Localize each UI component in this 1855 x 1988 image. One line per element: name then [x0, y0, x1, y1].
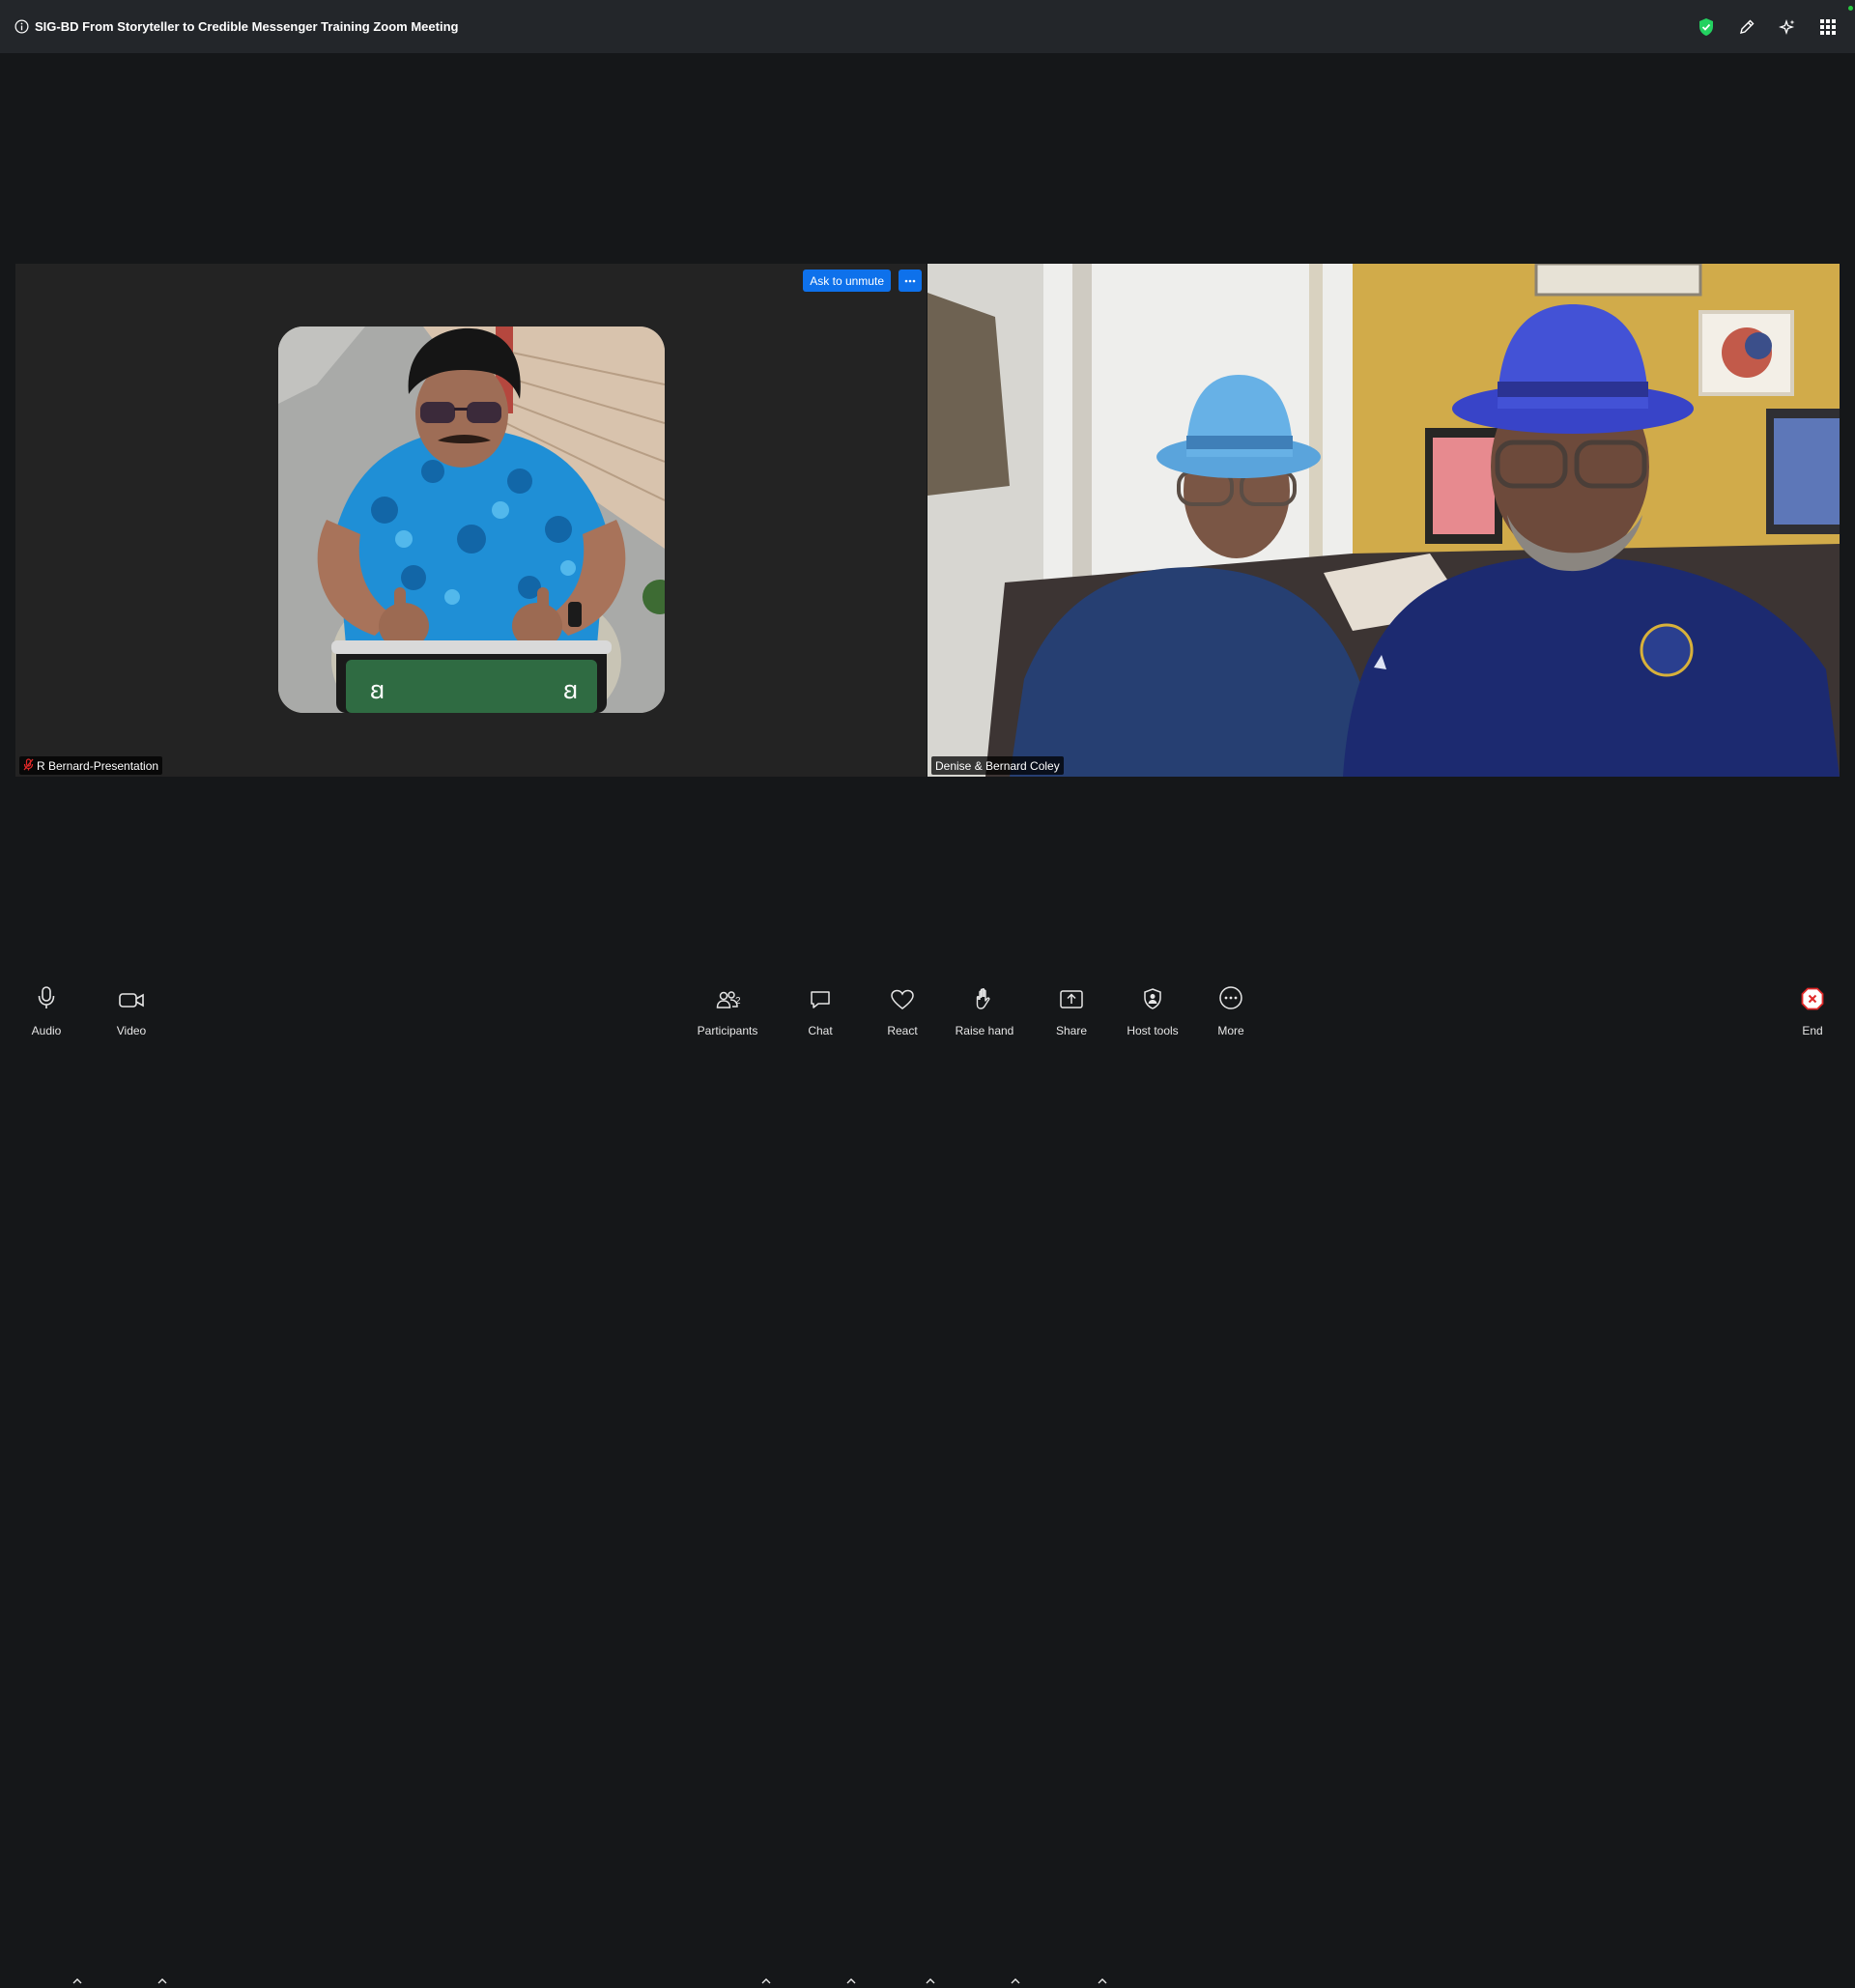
svg-text:ꞛ: ꞛ — [370, 676, 385, 704]
participant-tile-left[interactable]: ꞛ ꞛ Ask to unmute R Bernard-Presentation — [15, 264, 927, 777]
participant-name-label: R Bernard-Presentation — [19, 756, 163, 775]
meeting-toolbar: Audio Video 2 Participants Chat React Ra… — [0, 980, 1855, 1984]
end-call-icon — [1801, 987, 1824, 1015]
grid-icon[interactable] — [1818, 17, 1838, 37]
host-tools-label: Host tools — [1127, 1024, 1179, 1037]
pencil-icon[interactable] — [1737, 17, 1756, 37]
audio-label: Audio — [31, 1024, 62, 1037]
raise-hand-label: Raise hand — [955, 1024, 1014, 1037]
participants-options-chevron-up-icon[interactable] — [759, 1974, 773, 1988]
chat-options-chevron-up-icon[interactable] — [844, 1974, 858, 1988]
react-button[interactable]: React — [864, 980, 941, 1037]
audio-button[interactable]: Audio — [8, 980, 85, 1037]
chat-bubble-icon — [809, 989, 832, 1015]
svg-text:ꞛ: ꞛ — [563, 676, 578, 704]
ask-to-unmute-button[interactable]: Ask to unmute — [803, 270, 891, 292]
chat-label: Chat — [808, 1024, 833, 1037]
audio-options-chevron-up-icon[interactable] — [71, 1974, 84, 1988]
title-bar: SIG-BD From Storyteller to Credible Mess… — [0, 0, 1855, 53]
shield-check-icon[interactable] — [1697, 17, 1716, 37]
participants-count: 2 — [735, 996, 741, 1007]
video-label: Video — [116, 1024, 147, 1037]
hand-icon — [974, 987, 995, 1015]
raise-hand-options-chevron-up-icon[interactable] — [1009, 1974, 1022, 1988]
share-screen-icon — [1059, 989, 1084, 1015]
share-options-chevron-up-icon[interactable] — [1096, 1974, 1109, 1988]
react-label: React — [887, 1024, 918, 1037]
participant-name: R Bernard-Presentation — [37, 758, 159, 773]
info-icon[interactable] — [14, 19, 29, 34]
participant-name-label: Denise & Bernard Coley — [931, 756, 1064, 775]
participant-avatar-photo: ꞛ ꞛ — [278, 327, 665, 713]
more-label: More — [1217, 1024, 1244, 1037]
end-button[interactable]: End — [1774, 980, 1851, 1037]
share-label: Share — [1055, 1024, 1088, 1037]
participant-video-frame — [928, 264, 1840, 777]
more-button[interactable]: More — [1192, 980, 1270, 1037]
raise-hand-button[interactable]: Raise hand — [946, 980, 1023, 1037]
video-button[interactable]: Video — [93, 980, 170, 1037]
participants-button[interactable]: 2 Participants — [689, 980, 766, 1037]
participant-name: Denise & Bernard Coley — [935, 758, 1060, 773]
ellipsis-circle-icon — [1218, 985, 1243, 1015]
react-options-chevron-up-icon[interactable] — [924, 1974, 937, 1988]
sparkle-icon[interactable] — [1778, 17, 1797, 37]
video-camera-icon — [118, 989, 145, 1015]
status-dot — [1848, 6, 1853, 11]
title-bar-actions — [1697, 0, 1838, 53]
microphone-icon — [37, 985, 56, 1015]
muted-mic-icon — [23, 757, 34, 774]
video-options-chevron-up-icon[interactable] — [156, 1974, 169, 1988]
participant-tile-right[interactable]: Denise & Bernard Coley — [928, 264, 1840, 777]
tile-more-options-icon[interactable] — [899, 270, 922, 292]
end-label: End — [1802, 1024, 1823, 1037]
host-tools-button[interactable]: Host tools — [1114, 980, 1191, 1037]
shield-person-icon — [1142, 987, 1163, 1015]
heart-icon — [890, 989, 915, 1015]
share-button[interactable]: Share — [1033, 980, 1110, 1037]
participants-label: Participants — [697, 1024, 758, 1037]
chat-button[interactable]: Chat — [782, 980, 859, 1037]
meeting-info[interactable]: SIG-BD From Storyteller to Credible Mess… — [14, 19, 458, 34]
meeting-title: SIG-BD From Storyteller to Credible Mess… — [35, 19, 459, 34]
